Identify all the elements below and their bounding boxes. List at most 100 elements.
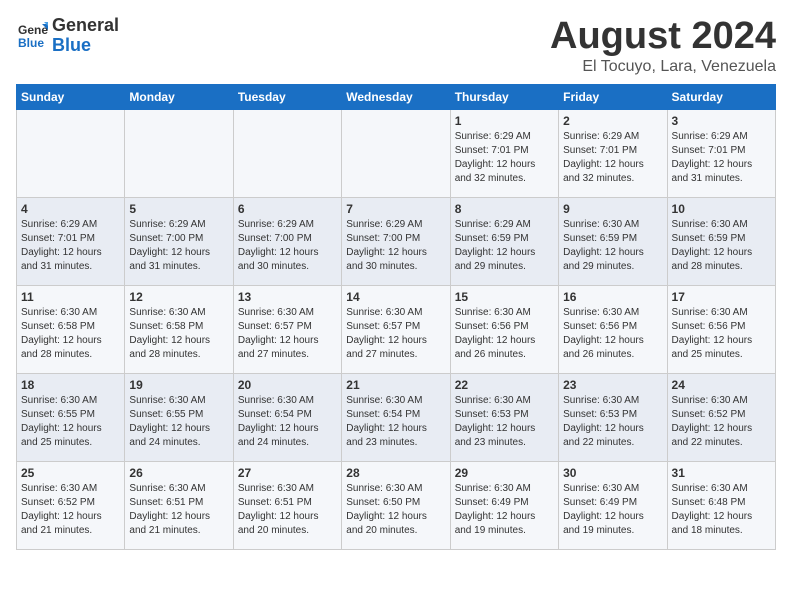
day-number: 12 — [129, 290, 228, 304]
calendar-cell: 23Sunrise: 6:30 AM Sunset: 6:53 PM Dayli… — [559, 373, 667, 461]
week-row-3: 11 Sunrise: 6:30 AM Sunset: 6:58 PM Dayli… — [17, 285, 776, 373]
calendar-cell: 14 Sunrise: 6:30 AM Sunset: 6:57 PM Dayli… — [342, 285, 450, 373]
calendar-cell: 18 Sunrise: 6:30 AM Sunset: 6:55 PM Dayli… — [17, 373, 125, 461]
day-number: 3 — [672, 114, 771, 128]
day-number: 30 — [563, 466, 662, 480]
calendar-cell — [342, 109, 450, 197]
day-info: Sunrise: 6:30 AM Sunset: 6:56 PM Dayligh… — [563, 306, 662, 362]
calendar-cell: 26Sunrise: 6:30 AM Sunset: 6:51 PM Dayli… — [125, 461, 233, 549]
day-info: Sunrise: 6:29 AM Sunset: 7:01 PM Dayligh… — [21, 218, 120, 274]
day-info: Sunrise: 6:29 AM Sunset: 7:01 PM Dayligh… — [455, 130, 554, 186]
day-number: 14 — [346, 290, 445, 304]
day-number: 7 — [346, 202, 445, 216]
day-number: 15 — [455, 290, 554, 304]
calendar-cell: 30 Sunrise: 6:30 AM Sunset: 6:49 PM Dayli… — [559, 461, 667, 549]
calendar-cell: 15 Sunrise: 6:30 AM Sunset: 6:56 PM Dayli… — [450, 285, 558, 373]
calendar-cell: 2 Sunrise: 6:29 AM Sunset: 7:01 PM Daylig… — [559, 109, 667, 197]
day-number: 11 — [21, 290, 120, 304]
day-info: Sunrise: 6:30 AM Sunset: 6:55 PM Dayligh… — [21, 394, 120, 450]
day-info: Sunrise: 6:30 AM Sunset: 6:59 PM Dayligh… — [672, 218, 771, 274]
calendar-cell: 17 Sunrise: 6:30 AM Sunset: 6:56 PM Dayli… — [667, 285, 775, 373]
calendar-header-row: SundayMondayTuesdayWednesdayThursdayFrid… — [17, 84, 776, 109]
day-info: Sunrise: 6:30 AM Sunset: 6:49 PM Dayligh… — [563, 482, 662, 538]
calendar-cell: 1 Sunrise: 6:29 AM Sunset: 7:01 PM Daylig… — [450, 109, 558, 197]
calendar-cell: 16 Sunrise: 6:30 AM Sunset: 6:56 PM Dayli… — [559, 285, 667, 373]
day-info: Sunrise: 6:30 AM Sunset: 6:51 PM Dayligh… — [238, 482, 337, 538]
day-info: Sunrise: 6:30 AM Sunset: 6:54 PM Dayligh… — [346, 394, 445, 450]
day-info: Sunrise: 6:29 AM Sunset: 7:00 PM Dayligh… — [346, 218, 445, 274]
day-header-tuesday: Tuesday — [233, 84, 341, 109]
calendar-cell — [17, 109, 125, 197]
day-info: Sunrise: 6:30 AM Sunset: 6:56 PM Dayligh… — [455, 306, 554, 362]
day-header-wednesday: Wednesday — [342, 84, 450, 109]
calendar-cell: 7 Sunrise: 6:29 AM Sunset: 7:00 PM Daylig… — [342, 197, 450, 285]
day-info: Sunrise: 6:30 AM Sunset: 6:58 PM Dayligh… — [21, 306, 120, 362]
day-number: 24 — [672, 378, 771, 392]
day-number: 20 — [238, 378, 337, 392]
day-info: Sunrise: 6:30 AM Sunset: 6:55 PM Dayligh… — [129, 394, 228, 450]
day-header-thursday: Thursday — [450, 84, 558, 109]
day-info: Sunrise: 6:30 AM Sunset: 6:57 PM Dayligh… — [346, 306, 445, 362]
day-number: 18 — [21, 378, 120, 392]
day-info: Sunrise: 6:30 AM Sunset: 6:57 PM Dayligh… — [238, 306, 337, 362]
day-number: 2 — [563, 114, 662, 128]
calendar-cell: 11 Sunrise: 6:30 AM Sunset: 6:58 PM Dayli… — [17, 285, 125, 373]
day-header-friday: Friday — [559, 84, 667, 109]
calendar-cell: 20 Sunrise: 6:30 AM Sunset: 6:54 PM Dayli… — [233, 373, 341, 461]
day-number: 21 — [346, 378, 445, 392]
day-header-sunday: Sunday — [17, 84, 125, 109]
calendar-cell: 31Sunrise: 6:30 AM Sunset: 6:48 PM Dayli… — [667, 461, 775, 549]
calendar-cell: 22 Sunrise: 6:30 AM Sunset: 6:53 PM Dayli… — [450, 373, 558, 461]
calendar-table: SundayMondayTuesdayWednesdayThursdayFrid… — [16, 84, 776, 550]
day-number: 19 — [129, 378, 228, 392]
calendar-cell: 21 Sunrise: 6:30 AM Sunset: 6:54 PM Dayli… — [342, 373, 450, 461]
day-number: 17 — [672, 290, 771, 304]
page-header: General Blue General Blue August 2024 El… — [16, 16, 776, 76]
day-number: 29 — [455, 466, 554, 480]
day-info: Sunrise: 6:30 AM Sunset: 6:53 PM Dayligh… — [455, 394, 554, 450]
location-subtitle: El Tocuyo, Lara, Venezuela — [550, 58, 776, 76]
calendar-cell: 25Sunrise: 6:30 AM Sunset: 6:52 PM Dayli… — [17, 461, 125, 549]
day-number: 1 — [455, 114, 554, 128]
day-info: Sunrise: 6:29 AM Sunset: 7:01 PM Dayligh… — [672, 130, 771, 186]
month-title: August 2024 — [550, 16, 776, 58]
day-number: 10 — [672, 202, 771, 216]
day-number: 28 — [346, 466, 445, 480]
day-header-saturday: Saturday — [667, 84, 775, 109]
day-info: Sunrise: 6:30 AM Sunset: 6:54 PM Dayligh… — [238, 394, 337, 450]
day-info: Sunrise: 6:30 AM Sunset: 6:56 PM Dayligh… — [672, 306, 771, 362]
calendar-cell: 8Sunrise: 6:29 AM Sunset: 6:59 PM Daylig… — [450, 197, 558, 285]
day-number: 4 — [21, 202, 120, 216]
day-info: Sunrise: 6:30 AM Sunset: 6:51 PM Dayligh… — [129, 482, 228, 538]
svg-text:Blue: Blue — [18, 36, 44, 50]
calendar-cell: 24 Sunrise: 6:30 AM Sunset: 6:52 PM Dayli… — [667, 373, 775, 461]
logo-name-blue: Blue — [52, 36, 119, 56]
calendar-cell: 10 Sunrise: 6:30 AM Sunset: 6:59 PM Dayli… — [667, 197, 775, 285]
calendar-cell — [125, 109, 233, 197]
day-number: 16 — [563, 290, 662, 304]
day-info: Sunrise: 6:30 AM Sunset: 6:50 PM Dayligh… — [346, 482, 445, 538]
calendar-cell: 4 Sunrise: 6:29 AM Sunset: 7:01 PM Daylig… — [17, 197, 125, 285]
day-number: 6 — [238, 202, 337, 216]
day-info: Sunrise: 6:30 AM Sunset: 6:53 PM Dayligh… — [563, 394, 662, 450]
day-info: Sunrise: 6:30 AM Sunset: 6:48 PM Dayligh… — [672, 482, 771, 538]
title-block: August 2024 El Tocuyo, Lara, Venezuela — [550, 16, 776, 76]
calendar-cell: 6Sunrise: 6:29 AM Sunset: 7:00 PM Daylig… — [233, 197, 341, 285]
day-number: 13 — [238, 290, 337, 304]
day-info: Sunrise: 6:29 AM Sunset: 6:59 PM Dayligh… — [455, 218, 554, 274]
calendar-cell: 12Sunrise: 6:30 AM Sunset: 6:58 PM Dayli… — [125, 285, 233, 373]
week-row-2: 4 Sunrise: 6:29 AM Sunset: 7:01 PM Daylig… — [17, 197, 776, 285]
day-number: 5 — [129, 202, 228, 216]
day-number: 22 — [455, 378, 554, 392]
calendar-body: 1 Sunrise: 6:29 AM Sunset: 7:01 PM Daylig… — [17, 109, 776, 549]
day-number: 25 — [21, 466, 120, 480]
day-info: Sunrise: 6:30 AM Sunset: 6:59 PM Dayligh… — [563, 218, 662, 274]
logo-icon: General Blue — [16, 20, 48, 52]
calendar-cell: 27 Sunrise: 6:30 AM Sunset: 6:51 PM Dayli… — [233, 461, 341, 549]
day-info: Sunrise: 6:29 AM Sunset: 7:01 PM Dayligh… — [563, 130, 662, 186]
calendar-cell: 5Sunrise: 6:29 AM Sunset: 7:00 PM Daylig… — [125, 197, 233, 285]
day-number: 27 — [238, 466, 337, 480]
calendar-cell: 19 Sunrise: 6:30 AM Sunset: 6:55 PM Dayli… — [125, 373, 233, 461]
week-row-5: 25Sunrise: 6:30 AM Sunset: 6:52 PM Dayli… — [17, 461, 776, 549]
day-info: Sunrise: 6:30 AM Sunset: 6:52 PM Dayligh… — [672, 394, 771, 450]
